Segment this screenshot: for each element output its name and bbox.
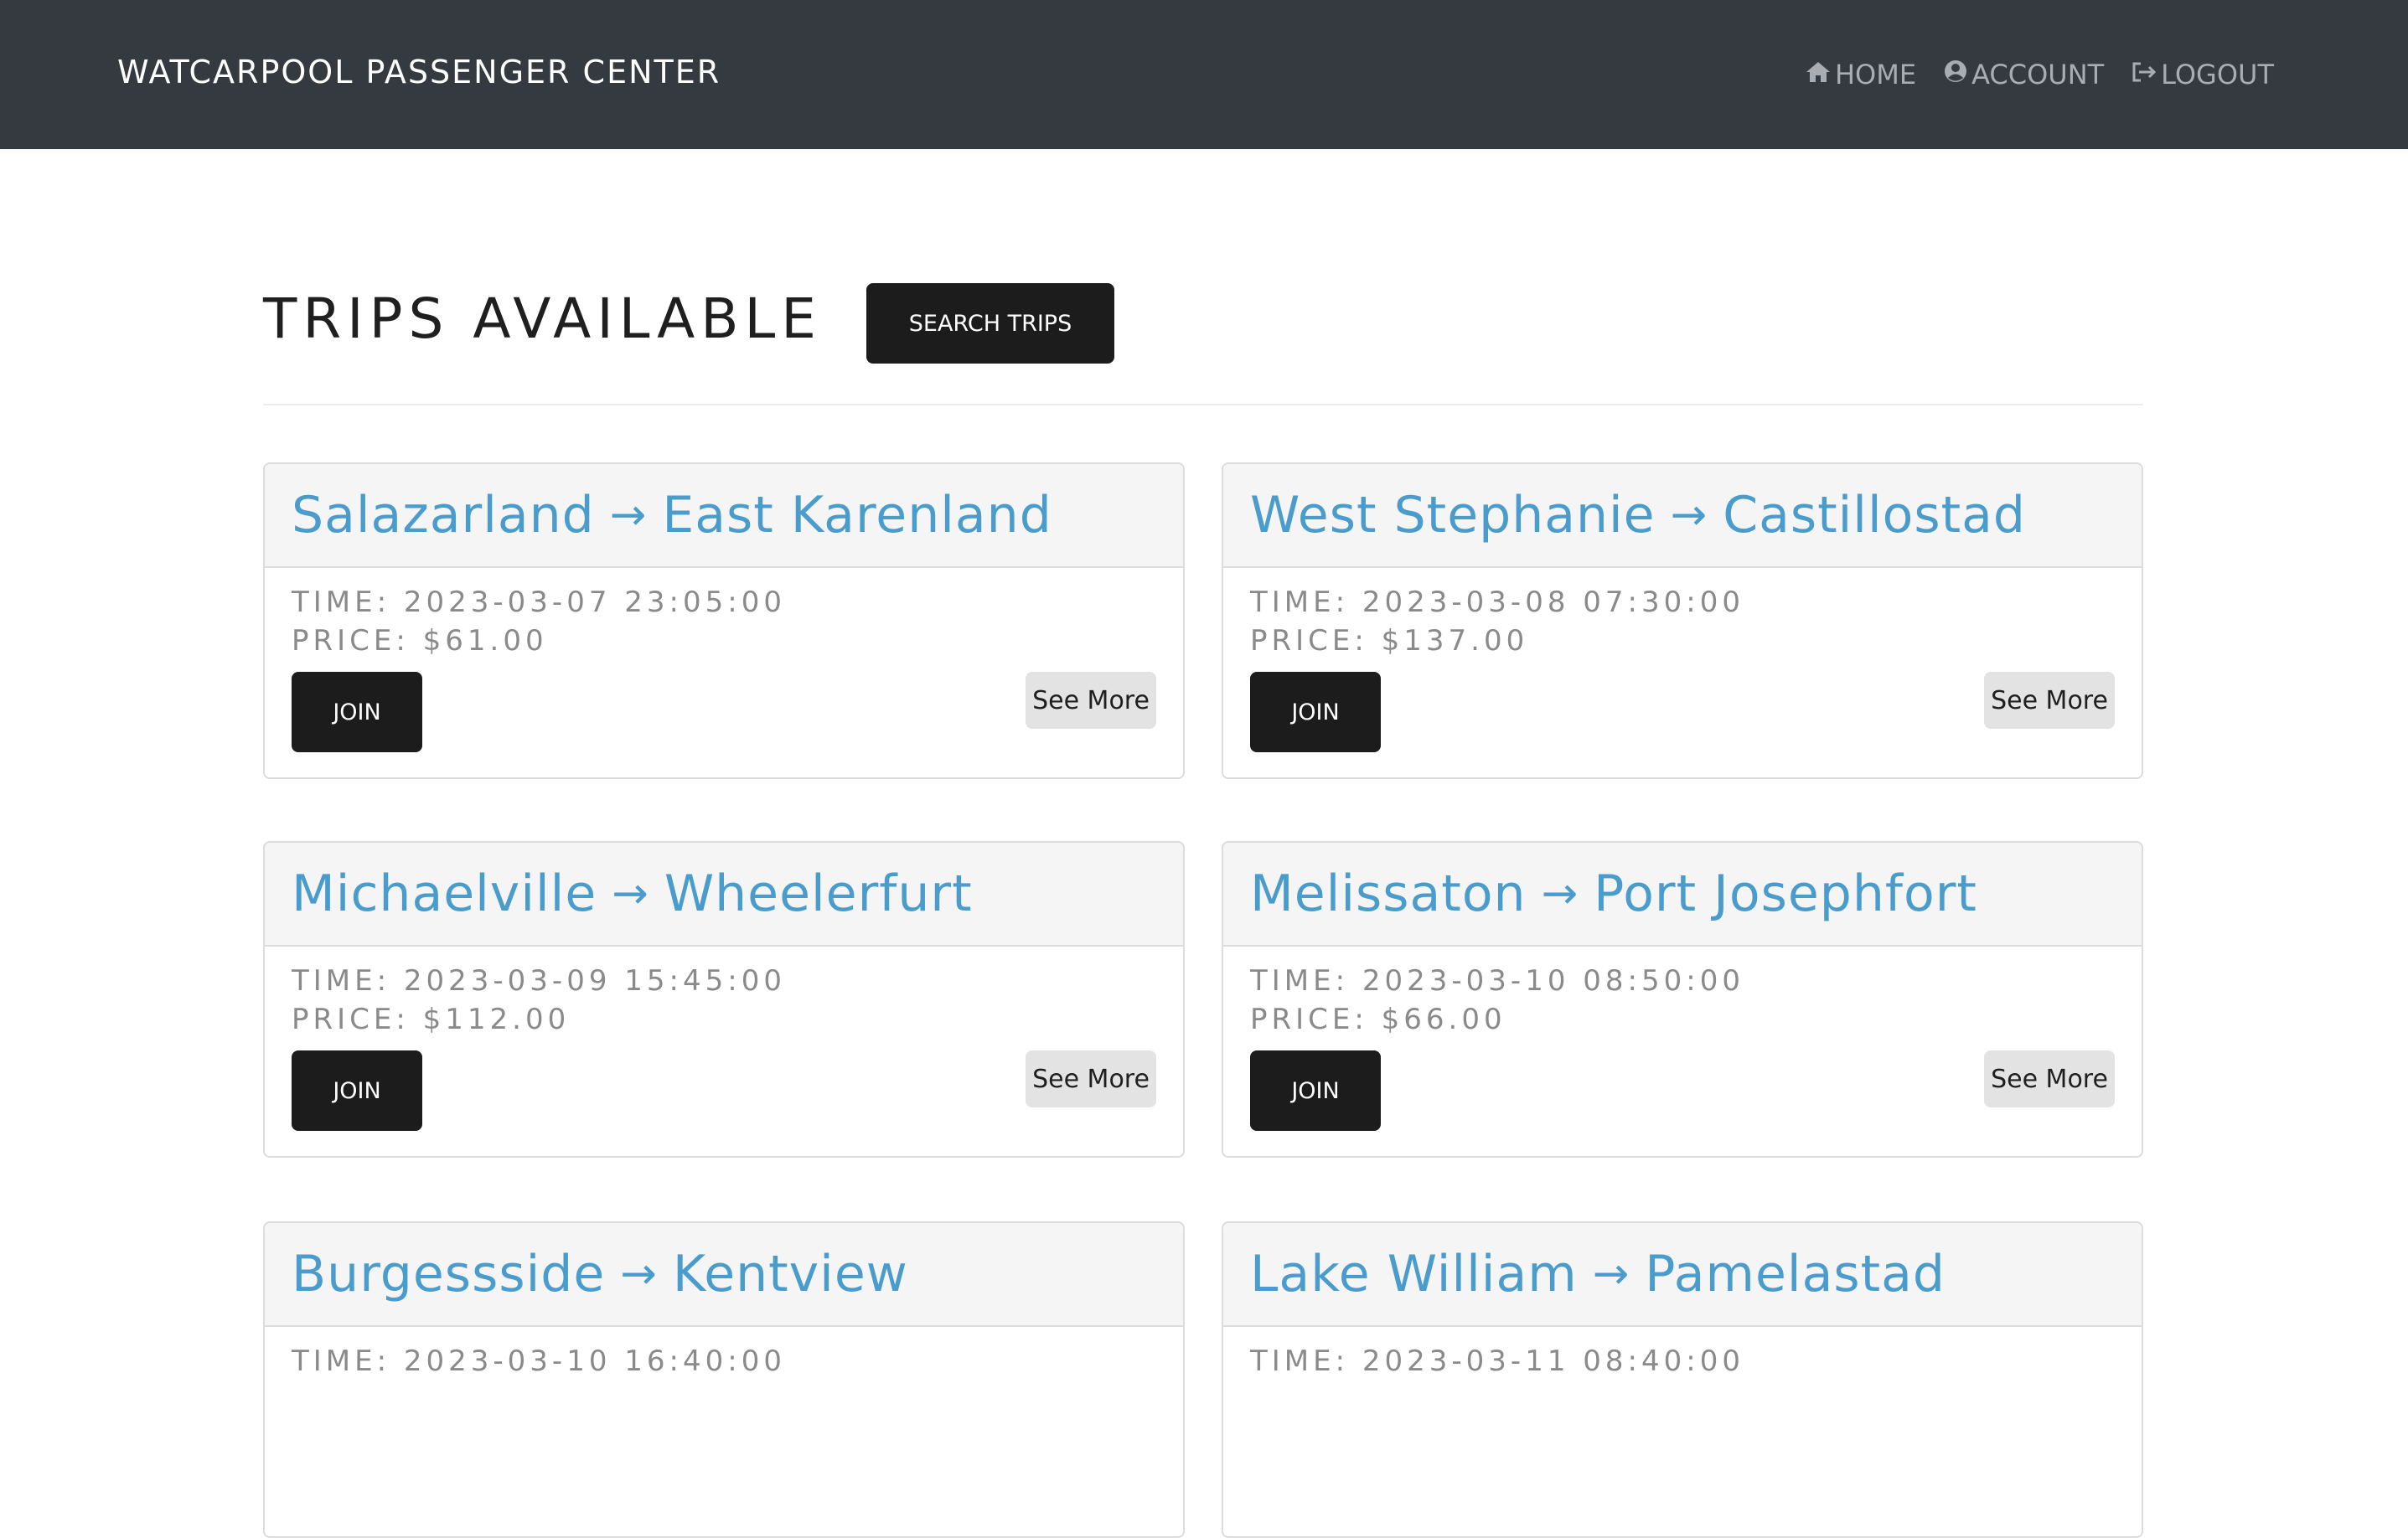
trip-price: PRICE: $61.00 <box>292 624 548 658</box>
join-button[interactable]: JOIN <box>292 672 422 752</box>
nav-links: HOME ACCOUNT LOGOUT <box>1805 0 2274 149</box>
trip-time: TIME: 2023-03-11 08:40:00 <box>1250 1344 1744 1378</box>
join-button[interactable]: JOIN <box>1250 672 1381 752</box>
trip-card-body: TIME: 2023-03-08 07:30:00 PRICE: $137.00… <box>1223 568 2142 752</box>
nav-logout-label: LOGOUT <box>2161 59 2274 90</box>
trip-time: TIME: 2023-03-10 08:50:00 <box>1250 964 1744 998</box>
trip-card-body: TIME: 2023-03-10 16:40:00 <box>265 1327 1183 1381</box>
trip-route-link[interactable]: Melissaton → Port Josephfort <box>1223 843 2142 947</box>
trip-card: West Stephanie → Castillostad TIME: 2023… <box>1222 462 2143 779</box>
trip-route-link[interactable]: Lake William → Pamelastad <box>1223 1223 2142 1327</box>
arrow-right-icon: → <box>1670 490 1708 540</box>
trip-card: Burgessside → Kentview TIME: 2023-03-10 … <box>263 1221 1185 1538</box>
trip-price: PRICE: $137.00 <box>1250 624 1529 658</box>
see-more-button[interactable]: See More <box>1984 672 2115 729</box>
nav-account-link[interactable]: ACCOUNT <box>1943 59 2104 90</box>
top-navbar: WATCARPOOL PASSENGER CENTER HOME ACCOUNT… <box>0 0 2408 149</box>
trip-destination: Wheelerfurt <box>664 864 973 923</box>
trip-route-link[interactable]: Michaelville → Wheelerfurt <box>265 843 1183 947</box>
trip-card: Melissaton → Port Josephfort TIME: 2023-… <box>1222 841 2143 1158</box>
see-more-button[interactable]: See More <box>1026 672 1156 729</box>
trip-origin: Melissaton <box>1250 864 1527 923</box>
nav-home-label: HOME <box>1834 59 1917 90</box>
trip-card-body: TIME: 2023-03-09 15:45:00 PRICE: $112.00… <box>265 947 1183 1131</box>
trip-destination: Kentview <box>672 1245 908 1303</box>
trip-time: TIME: 2023-03-10 16:40:00 <box>292 1344 786 1378</box>
nav-account-label: ACCOUNT <box>1971 59 2105 90</box>
trip-card: Salazarland → East Karenland TIME: 2023-… <box>263 462 1185 779</box>
nav-home-link[interactable]: HOME <box>1805 59 1916 90</box>
join-button[interactable]: JOIN <box>292 1050 422 1131</box>
brand-title[interactable]: WATCARPOOL PASSENGER CENTER <box>117 0 721 149</box>
trip-card: Lake William → Pamelastad TIME: 2023-03-… <box>1222 1221 2143 1538</box>
trip-origin: Burgessside <box>292 1245 606 1303</box>
trip-origin: Michaelville <box>292 864 597 923</box>
trip-origin: Lake William <box>1250 1245 1578 1303</box>
trip-route-link[interactable]: Burgessside → Kentview <box>265 1223 1183 1327</box>
trip-card-body: TIME: 2023-03-10 08:50:00 PRICE: $66.00 … <box>1223 947 2142 1131</box>
search-trips-button[interactable]: SEARCH TRIPS <box>866 283 1114 364</box>
trip-destination: Pamelastad <box>1645 1245 1946 1303</box>
page-title: TRIPS AVAILABLE <box>263 286 822 351</box>
trip-price: PRICE: $112.00 <box>292 1003 571 1036</box>
trip-destination: East Karenland <box>662 486 1052 544</box>
trip-time: TIME: 2023-03-08 07:30:00 <box>1250 586 1744 619</box>
header-divider <box>263 404 2143 405</box>
arrow-right-icon: → <box>609 490 648 540</box>
arrow-right-icon: → <box>620 1249 658 1299</box>
trip-origin: West Stephanie <box>1250 486 1656 544</box>
trip-origin: Salazarland <box>292 486 595 544</box>
trip-route-link[interactable]: Salazarland → East Karenland <box>265 464 1183 568</box>
trip-route-link[interactable]: West Stephanie → Castillostad <box>1223 464 2142 568</box>
arrow-right-icon: → <box>1592 1249 1630 1299</box>
trip-card-body: TIME: 2023-03-07 23:05:00 PRICE: $61.00 … <box>265 568 1183 752</box>
trip-time: TIME: 2023-03-07 23:05:00 <box>292 586 786 619</box>
user-circle-icon <box>1943 59 1971 90</box>
home-icon <box>1805 59 1835 90</box>
join-button[interactable]: JOIN <box>1250 1050 1381 1131</box>
trip-destination: Port Josephfort <box>1594 864 1977 923</box>
trip-price: PRICE: $66.00 <box>1250 1003 1506 1036</box>
nav-logout-link[interactable]: LOGOUT <box>2131 59 2274 90</box>
trip-time: TIME: 2023-03-09 15:45:00 <box>292 964 786 998</box>
see-more-button[interactable]: See More <box>1026 1050 1156 1107</box>
arrow-right-icon: → <box>612 869 649 919</box>
trip-destination: Castillostad <box>1723 486 2026 544</box>
trip-card: Michaelville → Wheelerfurt TIME: 2023-03… <box>263 841 1185 1158</box>
see-more-button[interactable]: See More <box>1984 1050 2115 1107</box>
logout-icon <box>2131 59 2161 90</box>
arrow-right-icon: → <box>1541 869 1579 919</box>
trip-card-body: TIME: 2023-03-11 08:40:00 <box>1223 1327 2142 1381</box>
